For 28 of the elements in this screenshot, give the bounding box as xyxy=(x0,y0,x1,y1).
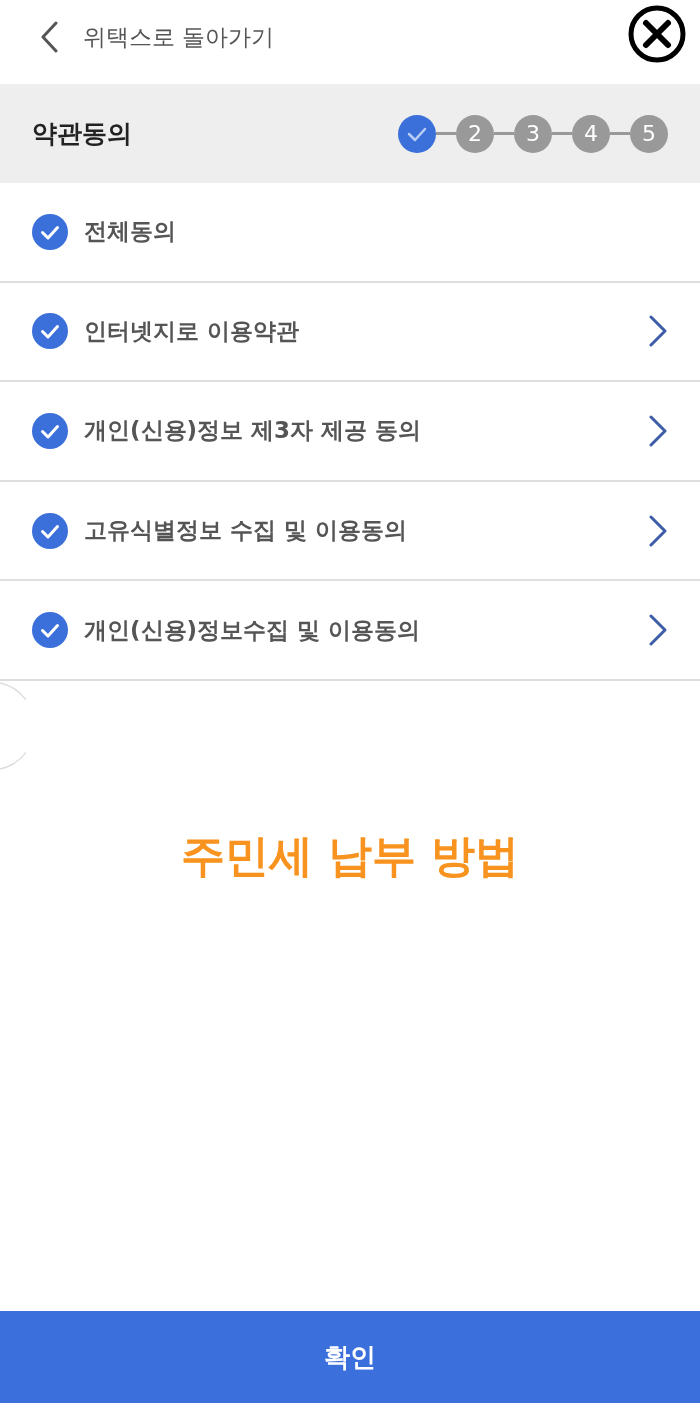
step-connector xyxy=(610,132,630,135)
agreement-label: 고유식별정보 수집 및 이용동의 xyxy=(84,516,409,546)
agree-checkbox[interactable] xyxy=(32,213,68,250)
agree-checkbox[interactable] xyxy=(32,313,68,350)
agree-checkbox[interactable] xyxy=(32,413,68,449)
step-number: 2 xyxy=(456,114,494,153)
chevron-right-icon[interactable] xyxy=(648,315,668,348)
agreement-label: 개인(신용)정보수집 및 이용동의 xyxy=(84,615,422,645)
chevron-right-icon[interactable] xyxy=(648,614,668,647)
step-connector xyxy=(436,132,456,135)
chevron-right-icon[interactable] xyxy=(648,415,668,447)
agreement-label: 개인(신용)정보 제3자 제공 동의 xyxy=(84,416,423,446)
agreement-label: 인터넷지로 이용약관 xyxy=(84,316,300,346)
confirm-button[interactable]: 확인 xyxy=(0,1311,700,1403)
section-title: 약관동의 xyxy=(32,118,132,150)
close-icon[interactable] xyxy=(628,5,686,63)
agreement-label: 전체동의 xyxy=(84,217,177,247)
agree-checkbox[interactable] xyxy=(32,512,68,549)
caption-text: 주민세 납부 방법 xyxy=(180,828,520,883)
step-number: 3 xyxy=(514,114,552,153)
step-connector xyxy=(552,132,572,135)
chevron-left-icon xyxy=(40,21,58,53)
chevron-right-icon[interactable] xyxy=(648,514,668,547)
agree-checkbox[interactable] xyxy=(32,612,68,649)
step-connector xyxy=(494,132,514,135)
back-link[interactable]: 위택스로 돌아가기 xyxy=(40,21,275,53)
step-number: 5 xyxy=(630,114,668,153)
step-number: 4 xyxy=(572,114,610,153)
